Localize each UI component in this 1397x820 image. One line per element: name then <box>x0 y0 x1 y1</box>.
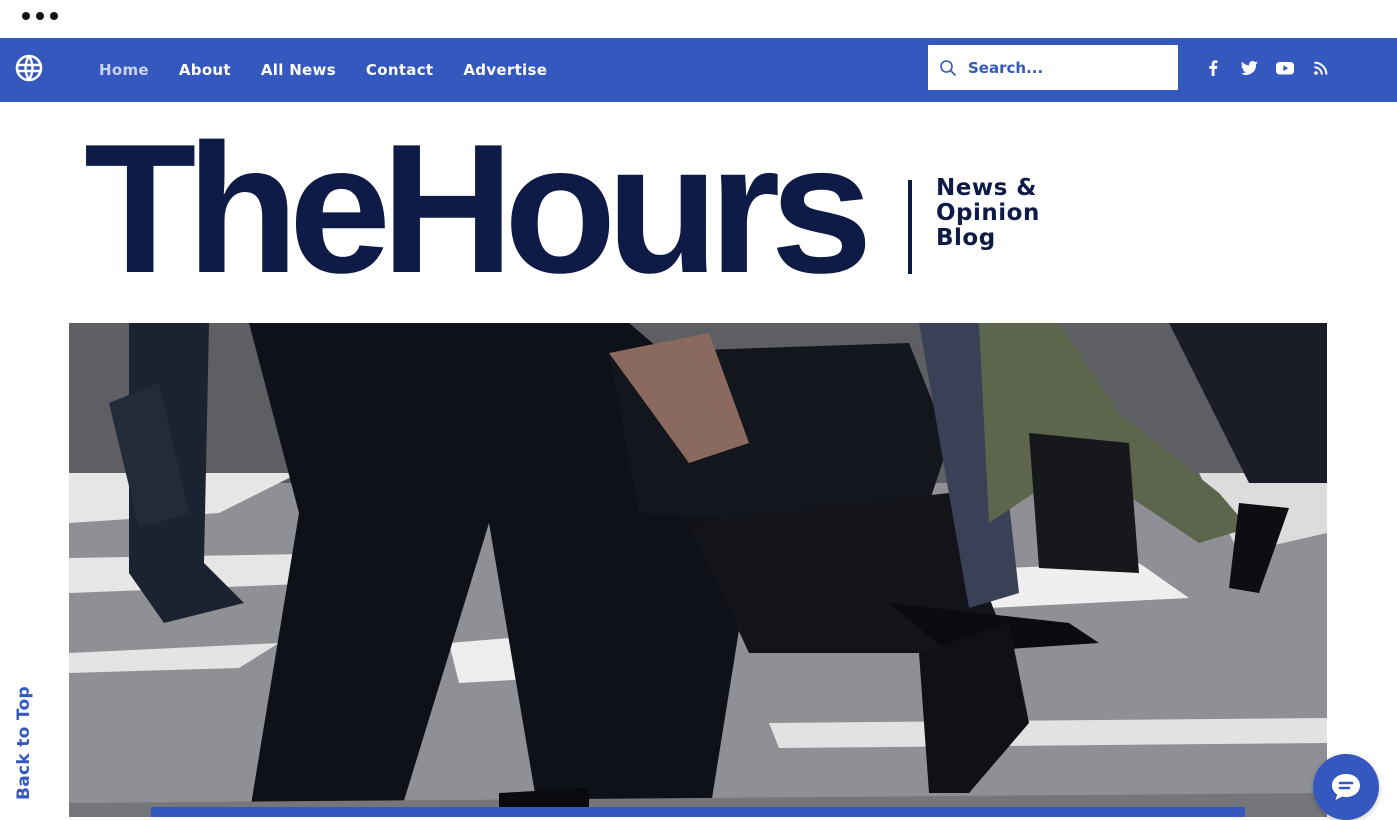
twitter-icon[interactable] <box>1238 57 1260 79</box>
top-navbar: Home About All News Contact Advertise <box>0 38 1397 102</box>
dot <box>22 12 30 20</box>
site-tagline: News & Opinion Blog <box>936 175 1040 251</box>
main-nav: Home About All News Contact Advertise <box>99 38 547 102</box>
nav-item-advertise[interactable]: Advertise <box>463 61 547 79</box>
hero-accent-bar <box>151 807 1245 817</box>
chat-button[interactable] <box>1313 754 1379 820</box>
social-links <box>1202 57 1332 79</box>
nav-item-about[interactable]: About <box>179 61 231 79</box>
nav-item-home[interactable]: Home <box>99 61 149 79</box>
search-box[interactable] <box>928 45 1178 90</box>
chat-bubble-icon <box>1332 774 1360 800</box>
more-options-icon[interactable] <box>22 12 58 20</box>
globe-logo-icon[interactable] <box>14 53 44 83</box>
search-icon <box>940 59 956 76</box>
title-divider <box>908 180 912 274</box>
nav-item-contact[interactable]: Contact <box>366 61 433 79</box>
hero-image <box>69 323 1327 817</box>
rss-icon[interactable] <box>1310 57 1332 79</box>
dot <box>50 12 58 20</box>
facebook-icon[interactable] <box>1202 57 1224 79</box>
back-to-top-link[interactable]: Back to Top <box>14 686 34 800</box>
pedestrians-crossing-image <box>69 323 1327 817</box>
youtube-icon[interactable] <box>1274 57 1296 79</box>
dot <box>36 12 44 20</box>
nav-item-all-news[interactable]: All News <box>261 61 336 79</box>
search-input[interactable] <box>966 57 1170 78</box>
site-title[interactable]: TheHours <box>84 116 873 300</box>
